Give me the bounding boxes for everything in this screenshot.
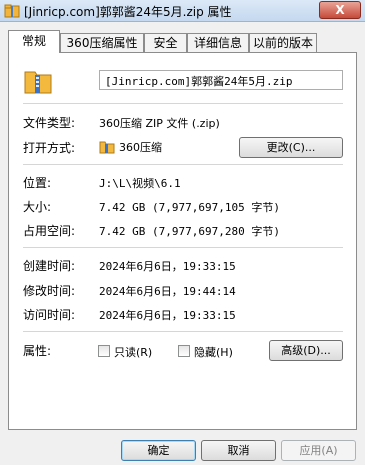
tab-general[interactable]: 常规 [8,30,60,53]
tab-details[interactable]: 详细信息 [187,33,249,52]
accessed-value: 2024年6月6日，19:33:15 [99,309,236,322]
zip-archive-icon [4,4,20,18]
location-value: J:\L\视频\6.1 [99,177,181,190]
open-with-label: 打开方式: [23,141,76,155]
type-label: 文件类型: [23,116,76,130]
cancel-button[interactable]: 取消 [201,440,276,461]
ok-button[interactable]: 确定 [121,440,196,461]
attributes-label: 属性: [23,344,52,358]
title-bar: [Jinricp.com]郭郭酱24年5月.zip 属性 X [0,0,365,22]
size-value: 7.42 GB (7,977,697,105 字节) [99,201,280,214]
folder-icon [99,141,115,154]
separator [23,247,343,248]
size-on-disk-value: 7.42 GB (7,977,697,280 字节) [99,225,280,238]
hidden-label[interactable]: 隐藏(H) [194,344,233,360]
separator [23,331,343,332]
readonly-label[interactable]: 只读(R) [114,344,152,360]
readonly-checkbox[interactable] [98,345,110,357]
tab-security[interactable]: 安全 [144,33,187,52]
hidden-checkbox[interactable] [178,345,190,357]
size-on-disk-label: 占用空间: [23,224,76,238]
apply-button[interactable]: 应用(A) [281,440,356,461]
size-label: 大小: [23,200,52,214]
open-with-value: 360压缩 [119,141,162,154]
accessed-label: 访问时间: [23,308,76,322]
modified-label: 修改时间: [23,284,76,298]
window-title: [Jinricp.com]郭郭酱24年5月.zip 属性 [24,5,232,19]
created-value: 2024年6月6日，19:33:15 [99,260,236,273]
general-panel: [Jinricp.com]郭郭酱24年5月.zip 文件类型: 360压缩 ZI… [8,52,357,430]
modified-value: 2024年6月6日，19:44:14 [99,285,236,298]
separator [23,103,343,104]
file-name-input[interactable]: [Jinricp.com]郭郭酱24年5月.zip [99,70,343,90]
zip-archive-icon [24,71,52,94]
tab-360-properties[interactable]: 360压缩属性 [60,33,144,52]
location-label: 位置: [23,176,52,190]
separator [23,164,343,165]
tab-previous-versions[interactable]: 以前的版本 [249,33,317,52]
advanced-button[interactable]: 高级(D)... [269,340,343,361]
change-button[interactable]: 更改(C)... [239,137,343,158]
type-value: 360压缩 ZIP 文件 (.zip) [99,117,220,130]
close-button[interactable]: X [319,1,361,19]
created-label: 创建时间: [23,259,76,273]
